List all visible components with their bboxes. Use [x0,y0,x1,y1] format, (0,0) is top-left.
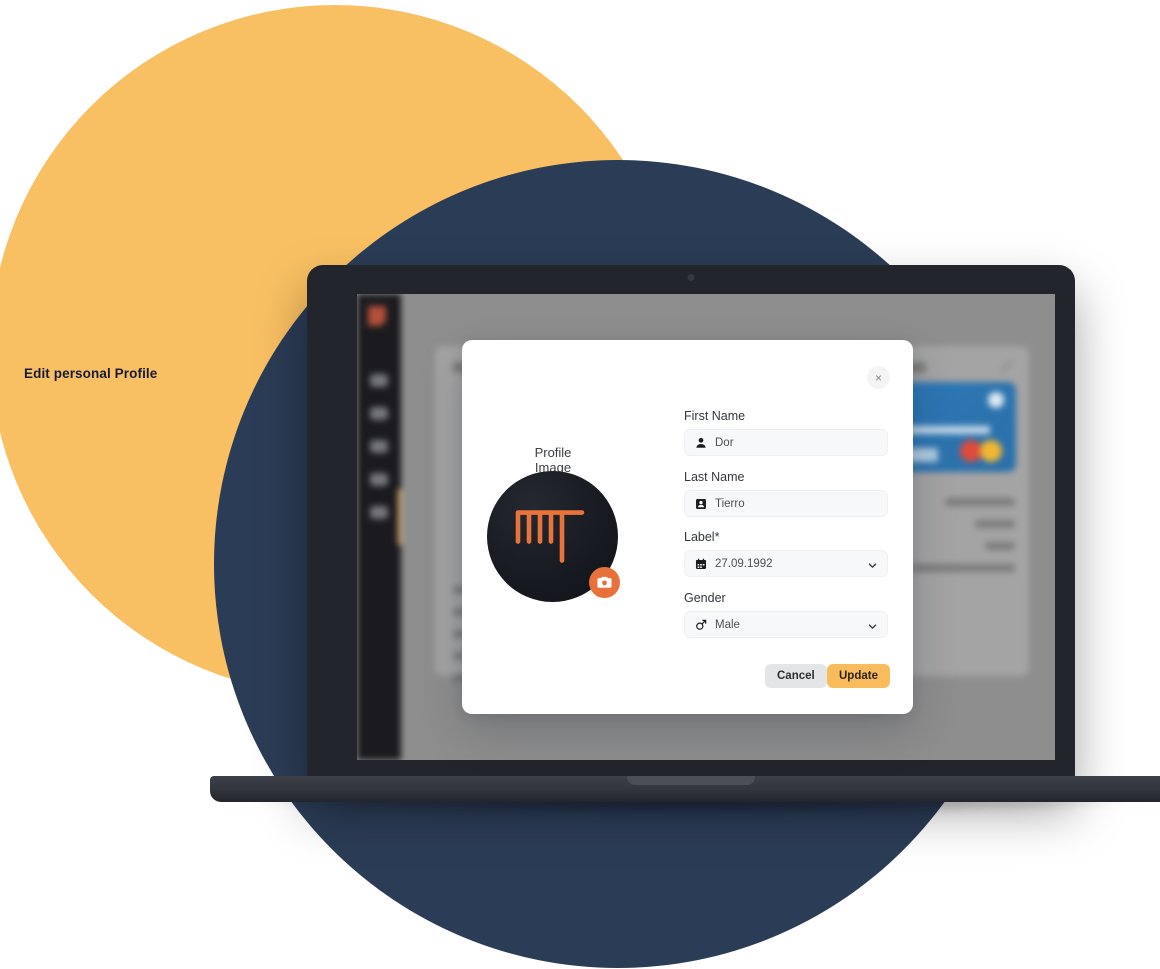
card-chip-icon [988,392,1004,408]
person-icon [694,436,707,449]
contact-card-icon [694,497,707,510]
webcam-icon [687,274,695,281]
last-name-value: Tierro [715,497,745,510]
mars-icon [694,618,707,631]
mastercard-logo-icon [960,440,1002,462]
sidebar-item-home[interactable] [370,374,388,387]
birthdate-select[interactable]: 27.09.1992 [684,550,888,577]
camera-icon[interactable] [589,567,620,598]
last-name-field[interactable]: Tierro [684,490,888,517]
label-field-label: Label* [684,530,720,544]
last-name-label: Last Name [684,470,745,484]
card-detail-row [945,498,1015,506]
first-name-value: Dor [715,436,734,449]
gender-label: Gender [684,591,726,605]
gender-value: Male [715,618,740,631]
gender-select[interactable]: Male [684,611,888,638]
laptop-base [210,776,1160,802]
calendar-icon [694,557,707,570]
edit-pencil-icon[interactable] [1000,360,1013,373]
sidebar-item-dashboard[interactable] [370,407,388,420]
card-detail-row [911,564,1015,572]
app-sidebar [357,294,402,760]
profile-image-uploader[interactable] [487,471,620,602]
scene: Edit personal Profile × Profile Image Fi… [0,0,1160,969]
birthdate-value: 27.09.1992 [715,557,773,570]
first-name-field[interactable]: Dor [684,429,888,456]
chevron-down-icon [867,558,878,569]
sidebar-item-reports[interactable] [370,473,388,486]
first-name-label: First Name [684,409,746,423]
sidebar-item-profile[interactable] [370,506,388,519]
close-icon[interactable]: × [867,366,890,389]
sidebar-item-cards[interactable] [370,440,388,453]
card-detail-row [985,542,1015,550]
modal-title: Edit personal Profile [24,366,158,381]
update-button[interactable]: Update [827,664,890,688]
app-logo [368,306,386,326]
chevron-down-icon [867,619,878,630]
cancel-button[interactable]: Cancel [765,664,827,688]
card-detail-row [975,520,1015,528]
